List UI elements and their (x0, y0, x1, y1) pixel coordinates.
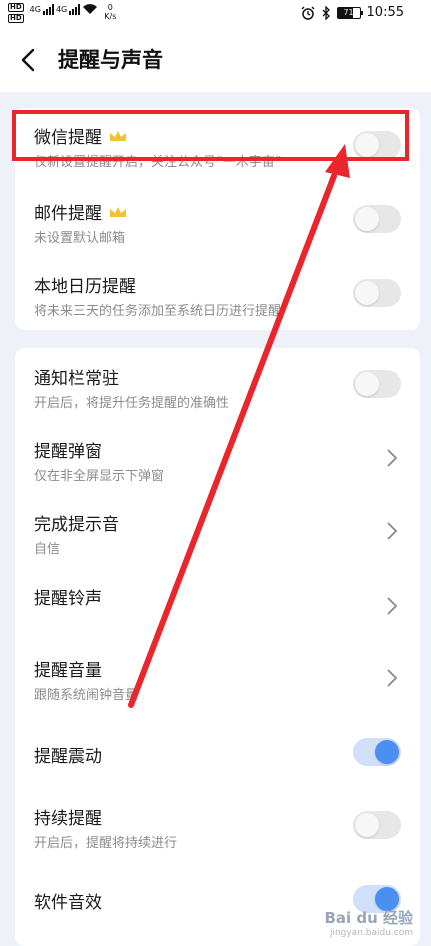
crown-icon (110, 206, 126, 217)
row-subtitle: 自信 (34, 542, 61, 557)
chevron-right-icon[interactable] (386, 521, 398, 541)
bluetooth-icon (322, 5, 330, 20)
row-title: 提醒音量 (34, 661, 102, 681)
row-title: 提醒铃声 (34, 589, 102, 609)
row-title: 本地日历提醒 (34, 277, 136, 297)
watermark: Bai du 经验 jingyan.baidu.com (324, 909, 413, 938)
toggle-knob (355, 372, 379, 396)
setting-row-volume[interactable]: 提醒音量 跟随系统闹钟音量 (15, 642, 420, 716)
battery-level: 71 (343, 7, 354, 17)
hd-badge: HD (8, 14, 24, 23)
app-header: 提醒与声音 (0, 30, 431, 92)
setting-row-notification-pin[interactable]: 通知栏常驻 开启后，将提升任务提醒的准确性 (15, 348, 420, 422)
status-bar: HD HD 4G 4G 0 K/s 71 10:55 (0, 0, 431, 30)
setting-row-ringtone[interactable]: 提醒铃声 (15, 569, 420, 642)
setting-row-persistent-reminder[interactable]: 持续提醒 开启后，提醒将持续进行 (15, 790, 420, 864)
wechat-reminder-toggle[interactable] (353, 131, 401, 159)
setting-row-wechat-reminder[interactable]: 微信提醒 仅新设置提醒开启，关注公众号“一木宇宙” (15, 108, 420, 182)
network-label: 4G (55, 4, 68, 14)
crown-icon (110, 130, 126, 141)
wifi-icon (83, 4, 98, 14)
row-title: 邮件提醒 (34, 204, 102, 224)
row-subtitle: 仅新设置提醒开启，关注公众号“一木宇宙” (34, 155, 282, 170)
setting-row-vibration[interactable]: 提醒震动 (15, 716, 420, 790)
signal-icon (42, 3, 54, 15)
setting-row-local-calendar[interactable]: 本地日历提醒 将未来三天的任务添加至系统日历进行提醒 (15, 256, 420, 330)
battery-icon: 71 (336, 6, 363, 19)
alarm-icon (301, 6, 314, 20)
row-subtitle: 开启后，提醒将持续进行 (34, 836, 178, 851)
notification-pin-toggle[interactable] (353, 370, 401, 398)
persistent-reminder-toggle[interactable] (353, 811, 401, 839)
toggle-knob (355, 133, 379, 157)
signal-icon (69, 3, 81, 15)
toggle-knob (355, 281, 379, 305)
row-title: 持续提醒 (34, 809, 102, 829)
chevron-right-icon[interactable] (386, 448, 398, 468)
vibration-toggle[interactable] (353, 738, 401, 766)
row-title: 完成提示音 (34, 515, 119, 535)
network-label: 4G (29, 4, 41, 14)
local-calendar-toggle[interactable] (353, 279, 401, 307)
row-subtitle: 开启后，将提升任务提醒的准确性 (34, 396, 230, 411)
toggle-knob (375, 740, 399, 764)
row-title: 提醒震动 (34, 747, 102, 767)
email-reminder-toggle[interactable] (353, 205, 401, 233)
page-title: 提醒与声音 (58, 48, 163, 72)
row-subtitle: 跟随系统闹钟音量 (34, 688, 139, 703)
row-subtitle: 仅在非全屏显示下弹窗 (34, 469, 165, 484)
row-title: 微信提醒 (34, 128, 102, 148)
row-title: 通知栏常驻 (34, 369, 119, 389)
clock: 10:55 (366, 5, 404, 20)
toggle-knob (355, 207, 379, 231)
chevron-right-icon[interactable] (386, 668, 398, 688)
hd-badge: HD (8, 3, 24, 12)
network-speed: 0 K/s (104, 3, 117, 21)
row-title: 提醒弹窗 (34, 442, 102, 462)
reminder-channels-card: 微信提醒 仅新设置提醒开启，关注公众号“一木宇宙” 邮件提醒 未设置默认邮箱 本… (15, 108, 420, 330)
setting-row-reminder-popup[interactable]: 提醒弹窗 仅在非全屏显示下弹窗 (15, 422, 420, 495)
status-right: 71 10:55 (301, 5, 404, 20)
setting-row-completion-sound[interactable]: 完成提示音 自信 (15, 495, 420, 569)
status-left: HD HD 4G 4G 0 K/s (8, 3, 116, 23)
notification-settings-card: 通知栏常驻 开启后，将提升任务提醒的准确性 提醒弹窗 仅在非全屏显示下弹窗 完成… (15, 348, 420, 946)
setting-row-email-reminder[interactable]: 邮件提醒 未设置默认邮箱 (15, 182, 420, 256)
toggle-knob (355, 813, 379, 837)
row-subtitle: 未设置默认邮箱 (34, 231, 126, 246)
row-subtitle: 将未来三天的任务添加至系统日历进行提醒 (34, 304, 282, 319)
back-icon[interactable] (18, 46, 40, 74)
row-title: 软件音效 (34, 893, 102, 913)
chevron-right-icon[interactable] (386, 596, 398, 616)
